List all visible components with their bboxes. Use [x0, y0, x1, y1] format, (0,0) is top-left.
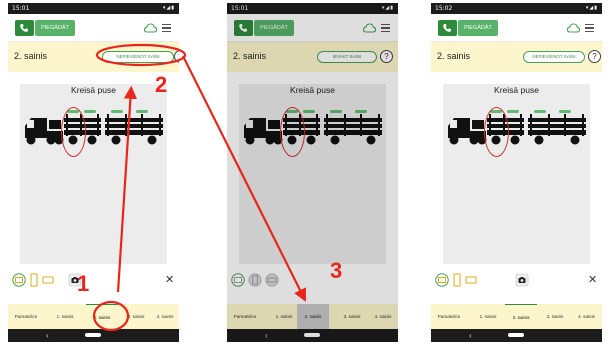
trailer-title: 2. sainis [437, 51, 471, 61]
tab-sainis-4[interactable]: 4. sainis [151, 304, 179, 329]
phone-screen-1: 15:01 ▾◢▮ PIEGĀDĀT 2. sainis NEPIEVIENOT… [8, 3, 179, 342]
trailer-title: 2. sainis [233, 51, 267, 61]
tab-sainis-3[interactable]: 3. sainis [337, 304, 367, 329]
side-title: Kreisā puse [290, 85, 335, 95]
call-icon [20, 24, 28, 32]
close-icon[interactable]: ✕ [165, 273, 174, 286]
tab-pamatvilce[interactable]: Pamatvilce [431, 304, 467, 329]
tab-sainis-3[interactable]: 3. sainis [121, 304, 151, 329]
status-bar: 15:02 ▾◢▮ [431, 3, 602, 14]
side-title: Kreisā puse [494, 85, 539, 95]
back-icon[interactable]: ‹ [265, 330, 268, 341]
help-icon[interactable]: ? [380, 50, 393, 63]
tab-sainis-4[interactable]: 4. sainis [369, 304, 397, 329]
tab-sainis-1[interactable]: 1. sainis [269, 304, 299, 329]
app-bar: PIEGĀDĀT [431, 14, 602, 42]
trailer-header: 2. sainis NEPIEVIENOT SAINI ? [8, 42, 179, 72]
status-time: 15:01 [12, 5, 30, 12]
menu-icon[interactable] [381, 24, 390, 32]
app-bar: PIEGĀDĀT [227, 14, 398, 42]
truck-diagram[interactable] [21, 104, 166, 160]
step-1-label: 1 [77, 271, 90, 296]
menu-icon[interactable] [585, 24, 594, 32]
vehicle-view: Kreisā puse [20, 84, 167, 264]
app-bar: PIEGĀDĀT [8, 14, 179, 42]
back-icon[interactable]: ‹ [46, 330, 49, 341]
deliver-button[interactable]: PIEGĀDĀT [458, 20, 498, 36]
status-icons: ▾◢▮ [381, 5, 394, 11]
truck-side-view-icon[interactable] [248, 273, 262, 287]
trailer-view-icon[interactable] [265, 273, 279, 287]
truck-top-view-icon[interactable] [12, 273, 26, 287]
home-icon[interactable] [508, 333, 524, 337]
phone-screen-3: 15:02 ▾◢▮ PIEGĀDĀT 2. sainis NEPIEVIENOT… [431, 3, 602, 342]
trailer-view-icon[interactable] [465, 276, 477, 284]
trailer-header: 2. sainis IEVAKT SAINI ? [227, 42, 398, 72]
selected-trailer-outline [280, 107, 305, 157]
selected-trailer-outline [61, 107, 86, 157]
vehicle-view: Kreisā puse [443, 84, 590, 264]
trailer-header: 2. sainis NEPIEVIENOT SAINI ? [431, 42, 602, 72]
trailer-title: 2. sainis [14, 51, 48, 61]
step-3-label: 3 [330, 258, 343, 283]
status-bar: 15:01 ▾◢▮ [8, 3, 179, 14]
attach-trailer-button[interactable]: IEVAKT SAINI [317, 51, 377, 63]
tab-pamatvilce[interactable]: Pamatvilce [227, 304, 263, 329]
truck-side-view-icon[interactable] [30, 273, 38, 287]
call-button[interactable] [438, 20, 457, 36]
cloud-sync-icon[interactable] [144, 23, 157, 33]
call-icon [239, 24, 247, 32]
tab-sainis-2[interactable]: 2. sainis [297, 304, 329, 329]
phone-screen-2: 15:01 ▾◢▮ PIEGĀDĀT 2. sainis IEVAKT SAIN… [227, 3, 398, 342]
truck-top-view-icon[interactable] [231, 273, 245, 287]
home-icon[interactable] [85, 333, 101, 337]
status-icons: ▾◢▮ [162, 5, 175, 11]
selected-trailer-outline [484, 107, 509, 157]
help-icon[interactable]: ? [588, 50, 601, 63]
menu-icon[interactable] [162, 24, 171, 32]
trailer-tabs: Pamatvilce 1. sainis 2. sainis 3. sainis… [8, 304, 179, 329]
view-toolbar: ✕ [431, 267, 602, 293]
status-icons: ▾◢▮ [585, 5, 598, 11]
truck-top-view-icon[interactable] [435, 273, 449, 287]
tab-sainis-2[interactable]: 2. sainis [86, 304, 118, 329]
vehicle-view: Kreisā puse [239, 84, 386, 264]
detach-trailer-button[interactable]: NEPIEVIENOT SAINI [523, 51, 585, 63]
close-icon[interactable]: ✕ [588, 273, 597, 286]
trailer-tabs: Pamatvilce 1. sainis 2. sainis 3. sainis… [227, 304, 398, 329]
status-time: 15:02 [435, 5, 453, 12]
status-bar: 15:01 ▾◢▮ [227, 3, 398, 14]
system-nav-bar: ‹ [227, 329, 398, 342]
home-icon[interactable] [304, 333, 320, 337]
cloud-sync-icon[interactable] [363, 23, 376, 33]
tab-pamatvilce[interactable]: Pamatvilce [8, 304, 44, 329]
deliver-button[interactable]: PIEGĀDĀT [35, 20, 75, 36]
tab-sainis-2[interactable]: 2. sainis [505, 304, 537, 329]
call-icon [443, 24, 451, 32]
back-icon[interactable]: ‹ [469, 330, 472, 341]
truck-side-view-icon[interactable] [453, 273, 461, 287]
cloud-sync-icon[interactable] [567, 23, 580, 33]
system-nav-bar: ‹ [431, 329, 602, 342]
status-time: 15:01 [231, 5, 249, 12]
system-nav-bar: ‹ [8, 329, 179, 342]
view-toolbar: ✕ [8, 267, 179, 293]
trailer-tabs: Pamatvilce 1. sainis 2. sainis 3. sainis… [431, 304, 602, 329]
side-title: Kreisā puse [71, 85, 116, 95]
trailer-view-icon[interactable] [42, 276, 54, 284]
truck-diagram[interactable] [240, 104, 385, 160]
help-icon[interactable]: ? [174, 50, 179, 63]
detach-trailer-button[interactable]: NEPIEVIENOT SAINI [102, 51, 174, 63]
truck-diagram[interactable] [444, 104, 589, 160]
call-button[interactable] [234, 20, 253, 36]
tab-sainis-1[interactable]: 1. sainis [50, 304, 80, 329]
call-button[interactable] [15, 20, 34, 36]
tab-sainis-4[interactable]: 4. sainis [572, 304, 601, 329]
view-toolbar [227, 267, 398, 293]
tab-sainis-1[interactable]: 1. sainis [473, 304, 503, 329]
deliver-button[interactable]: PIEGĀDĀT [254, 20, 294, 36]
camera-icon[interactable] [515, 273, 529, 287]
step-2-label: 2 [155, 72, 168, 97]
tab-sainis-3[interactable]: 3. sainis [540, 304, 570, 329]
